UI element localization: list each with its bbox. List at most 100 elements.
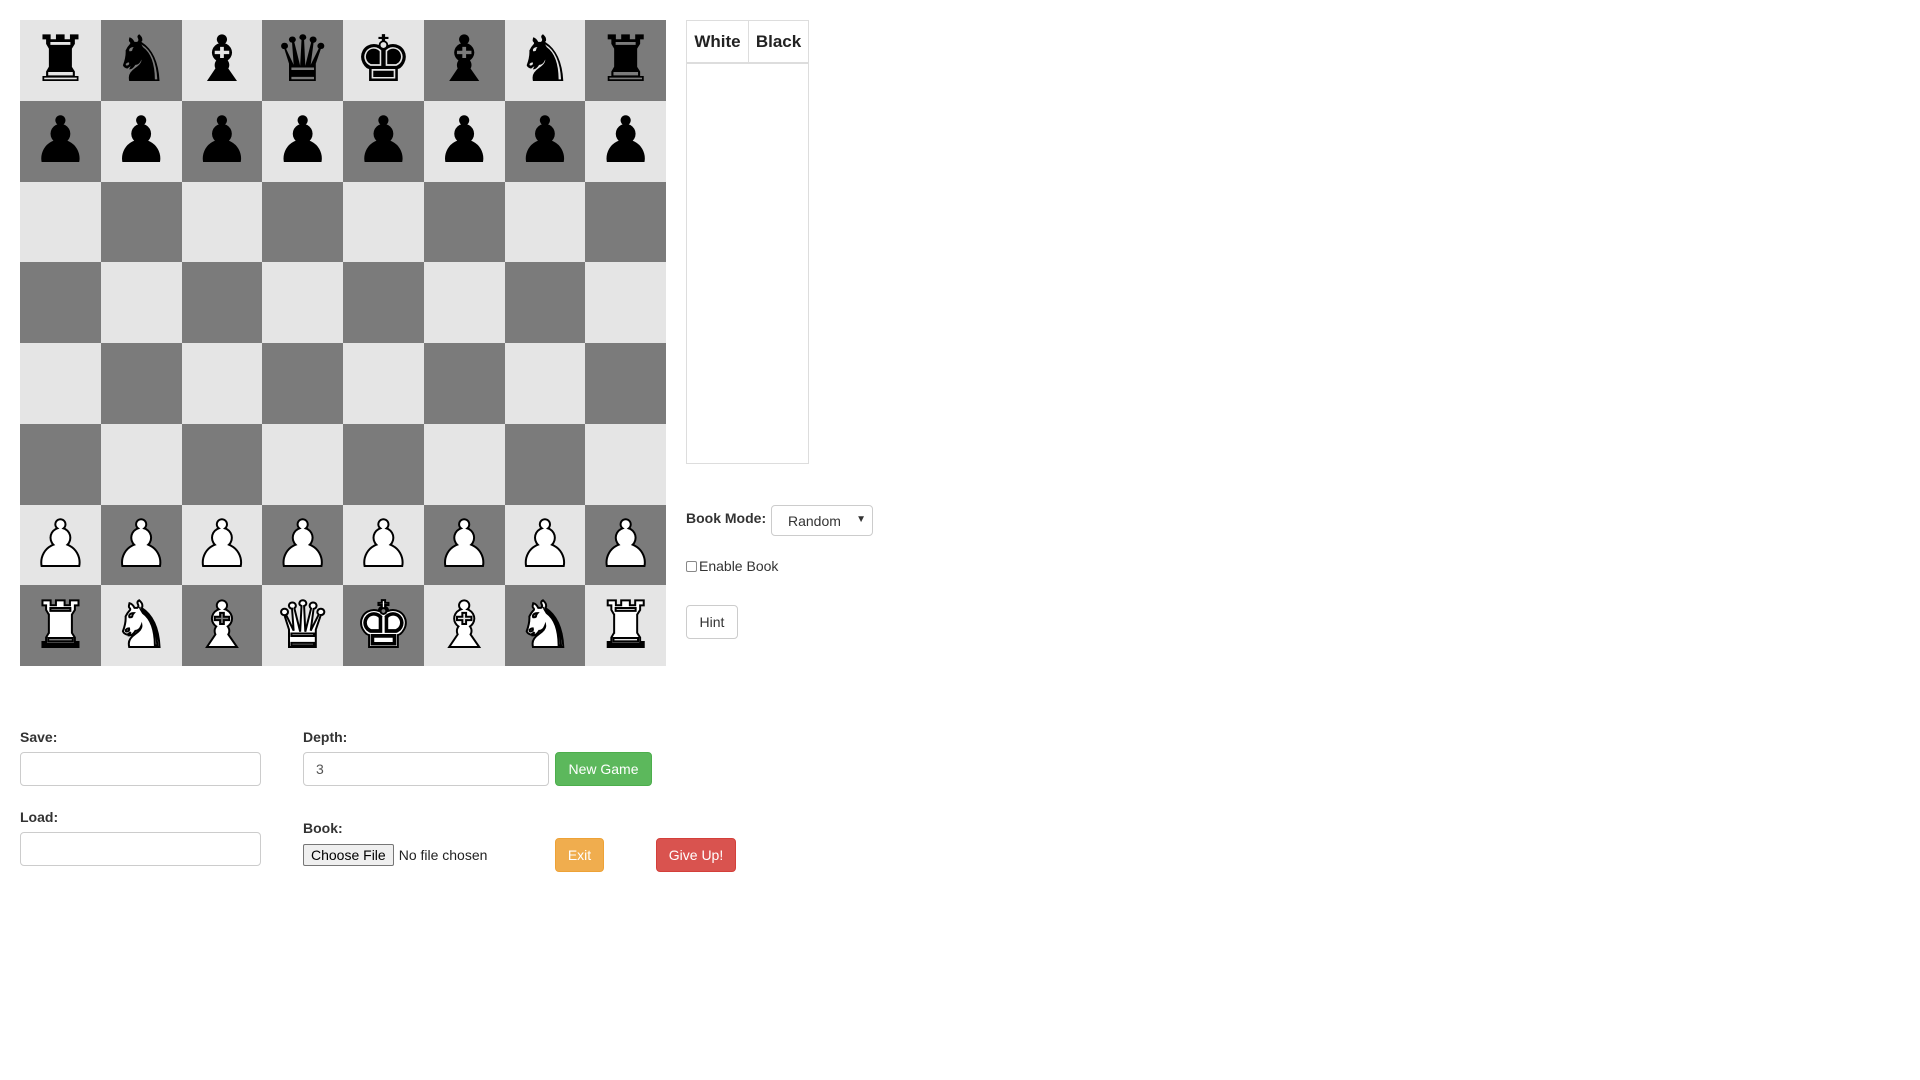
black-rook-icon[interactable]: ♜: [32, 28, 89, 92]
square-a6[interactable]: [20, 181, 101, 263]
depth-input[interactable]: [303, 752, 549, 786]
square-b3[interactable]: [100, 423, 182, 505]
square-e5[interactable]: [343, 262, 424, 343]
square-h6[interactable]: [585, 181, 666, 263]
square-a5[interactable]: [20, 262, 101, 343]
square-b2[interactable]: ♟: [100, 504, 182, 586]
square-b7[interactable]: ♟: [100, 100, 182, 182]
square-a1[interactable]: ♜: [20, 585, 101, 666]
black-knight-icon[interactable]: ♞: [112, 28, 169, 92]
square-c1[interactable]: ♝: [181, 585, 263, 666]
choose-file-button[interactable]: Choose File: [303, 844, 394, 866]
square-b5[interactable]: [100, 262, 182, 343]
square-c2[interactable]: ♟: [181, 504, 263, 586]
square-c7[interactable]: ♟: [181, 100, 263, 182]
square-e1[interactable]: ♚: [343, 585, 424, 666]
black-bishop-icon[interactable]: ♝: [435, 28, 492, 92]
square-d7[interactable]: ♟: [262, 100, 343, 182]
black-pawn-icon[interactable]: ♟: [355, 109, 412, 173]
square-d2[interactable]: ♟: [262, 504, 343, 586]
square-f4[interactable]: [423, 343, 505, 424]
square-e2[interactable]: ♟: [343, 504, 424, 586]
white-pawn-icon[interactable]: ♟: [111, 512, 170, 578]
square-b8[interactable]: ♞: [100, 20, 182, 101]
white-pawn-icon[interactable]: ♟: [434, 512, 493, 578]
square-f6[interactable]: [423, 181, 505, 263]
square-a7[interactable]: ♟: [20, 100, 101, 182]
black-pawn-icon[interactable]: ♟: [274, 109, 331, 173]
black-rook-icon[interactable]: ♜: [597, 28, 654, 92]
square-g8[interactable]: ♞: [504, 20, 586, 101]
load-input[interactable]: [20, 832, 261, 866]
black-pawn-icon[interactable]: ♟: [112, 109, 169, 173]
black-pawn-icon[interactable]: ♟: [193, 109, 250, 173]
white-rook-icon[interactable]: ♜: [31, 593, 90, 659]
square-b1[interactable]: ♞: [100, 585, 182, 666]
square-d6[interactable]: [262, 181, 343, 263]
enable-book-checkbox[interactable]: [686, 560, 697, 572]
square-e7[interactable]: ♟: [343, 100, 424, 182]
white-knight-icon[interactable]: ♞: [515, 593, 574, 659]
square-c8[interactable]: ♝: [181, 20, 263, 101]
square-c4[interactable]: [181, 343, 263, 424]
book-mode-select[interactable]: Random ▼: [771, 505, 873, 536]
square-a4[interactable]: [20, 343, 101, 424]
white-pawn-icon[interactable]: ♟: [596, 512, 655, 578]
square-f1[interactable]: ♝: [423, 585, 505, 666]
square-f8[interactable]: ♝: [423, 20, 505, 101]
white-knight-icon[interactable]: ♞: [111, 593, 170, 659]
white-pawn-icon[interactable]: ♟: [31, 512, 90, 578]
white-queen-icon[interactable]: ♛: [273, 593, 332, 659]
square-g7[interactable]: ♟: [504, 100, 586, 182]
white-bishop-icon[interactable]: ♝: [192, 593, 251, 659]
square-h8[interactable]: ♜: [585, 20, 666, 101]
square-f3[interactable]: [423, 423, 505, 505]
square-b4[interactable]: [100, 343, 182, 424]
square-a8[interactable]: ♜: [20, 20, 101, 101]
square-f7[interactable]: ♟: [423, 100, 505, 182]
square-e3[interactable]: [343, 423, 424, 505]
square-g3[interactable]: [504, 423, 586, 505]
square-h1[interactable]: ♜: [585, 585, 666, 666]
square-c3[interactable]: [181, 423, 263, 505]
white-bishop-icon[interactable]: ♝: [434, 593, 493, 659]
black-bishop-icon[interactable]: ♝: [193, 28, 250, 92]
square-a2[interactable]: ♟: [20, 504, 101, 586]
square-g2[interactable]: ♟: [504, 504, 586, 586]
square-h5[interactable]: [585, 262, 666, 343]
give-up-button[interactable]: Give Up!: [656, 838, 736, 872]
square-g4[interactable]: [504, 343, 586, 424]
square-e6[interactable]: [343, 181, 424, 263]
square-c5[interactable]: [181, 262, 263, 343]
square-d4[interactable]: [262, 343, 343, 424]
square-h7[interactable]: ♟: [585, 100, 666, 182]
white-king-icon[interactable]: ♚: [354, 593, 413, 659]
white-rook-icon[interactable]: ♜: [596, 593, 655, 659]
hint-button[interactable]: Hint: [686, 605, 738, 639]
square-a3[interactable]: [20, 423, 101, 505]
square-d8[interactable]: ♛: [262, 20, 343, 101]
square-f2[interactable]: ♟: [423, 504, 505, 586]
square-c6[interactable]: [181, 181, 263, 263]
square-e4[interactable]: [343, 343, 424, 424]
white-pawn-icon[interactable]: ♟: [515, 512, 574, 578]
white-pawn-icon[interactable]: ♟: [192, 512, 251, 578]
white-pawn-icon[interactable]: ♟: [273, 512, 332, 578]
black-pawn-icon[interactable]: ♟: [597, 109, 654, 173]
square-h3[interactable]: [585, 423, 666, 505]
square-h2[interactable]: ♟: [585, 504, 666, 586]
new-game-button[interactable]: New Game: [555, 752, 652, 786]
black-pawn-icon[interactable]: ♟: [32, 109, 89, 173]
exit-button[interactable]: Exit: [555, 838, 604, 872]
white-pawn-icon[interactable]: ♟: [354, 512, 413, 578]
save-input[interactable]: [20, 752, 261, 786]
black-knight-icon[interactable]: ♞: [516, 28, 573, 92]
square-g1[interactable]: ♞: [504, 585, 586, 666]
black-pawn-icon[interactable]: ♟: [435, 109, 492, 173]
black-queen-icon[interactable]: ♛: [274, 28, 331, 92]
black-king-icon[interactable]: ♚: [355, 28, 412, 92]
square-f5[interactable]: [423, 262, 505, 343]
square-d3[interactable]: [262, 423, 343, 505]
square-b6[interactable]: [100, 181, 182, 263]
square-d1[interactable]: ♛: [262, 585, 343, 666]
